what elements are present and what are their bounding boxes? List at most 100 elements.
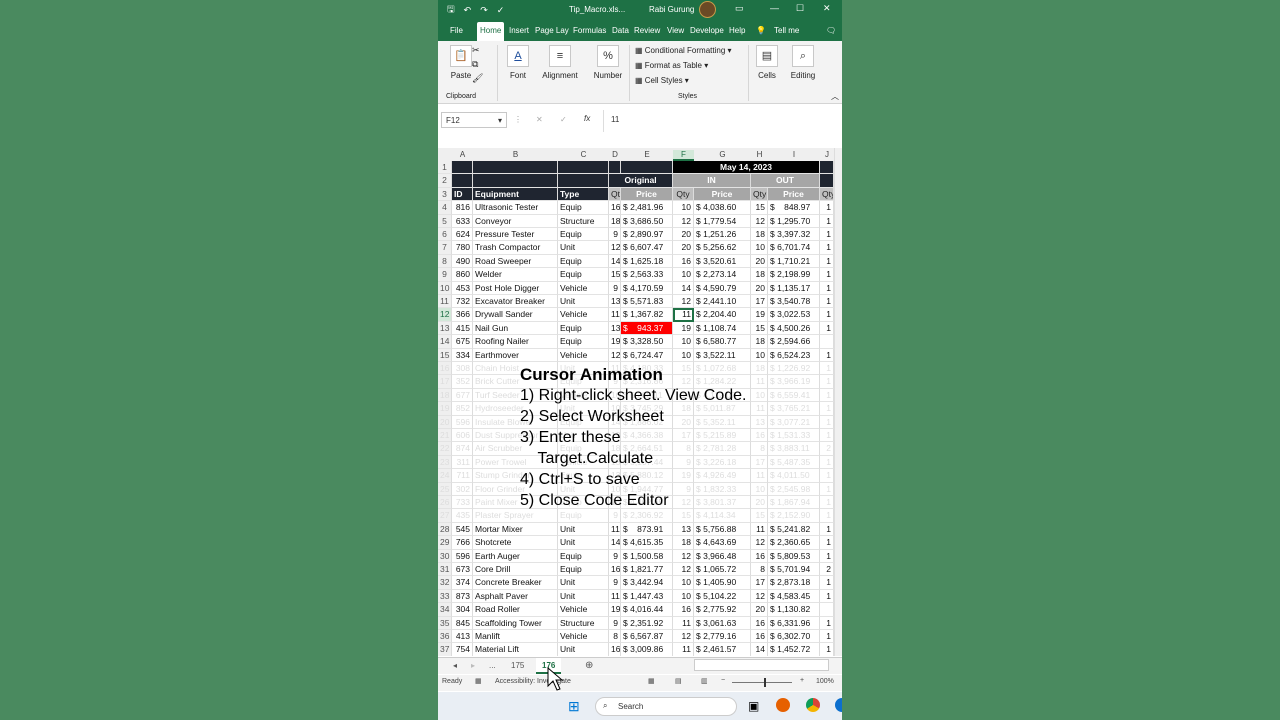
cell[interactable] — [473, 174, 558, 188]
cell[interactable]: 754 — [452, 643, 473, 656]
conditional-formatting-button[interactable]: ▦ Conditional Formatting ▾ — [635, 46, 732, 55]
cell[interactable]: 13 — [673, 522, 694, 537]
cell[interactable]: Price — [694, 187, 751, 202]
cell[interactable]: 13 — [609, 295, 621, 309]
zoom-thumb[interactable] — [764, 678, 766, 687]
edge-icon[interactable] — [835, 698, 842, 712]
cell[interactable]: 12 — [609, 241, 621, 255]
cell[interactable]: $ 873.91 — [621, 522, 673, 537]
cell[interactable]: Material Lift — [473, 643, 558, 656]
cell[interactable]: 11 — [673, 308, 694, 322]
cell[interactable] — [452, 161, 473, 175]
cell[interactable]: $ 1,226.92 — [768, 362, 820, 376]
cell[interactable]: 13 — [751, 415, 768, 429]
cell[interactable]: Unit — [558, 522, 609, 537]
cell[interactable]: 10 — [673, 589, 694, 604]
cell[interactable]: Price — [768, 187, 820, 202]
cell[interactable]: $ 4,590.79 — [694, 281, 751, 295]
cell[interactable]: 10 — [673, 335, 694, 349]
cell[interactable]: $ 3,686.50 — [621, 214, 673, 228]
original-header[interactable]: Original — [609, 174, 673, 188]
tab-view[interactable]: View — [667, 26, 684, 35]
cell[interactable]: 16 — [751, 630, 768, 644]
row-header[interactable]: 10 — [438, 281, 452, 295]
next-sheet-icon[interactable]: ▸ — [471, 661, 475, 670]
cell[interactable]: $ 3,022.53 — [768, 308, 820, 322]
tab-page-layout[interactable]: Page Lay — [535, 26, 569, 35]
cell[interactable]: 11 — [609, 589, 621, 604]
windows-start-icon[interactable]: ⊞ — [568, 698, 580, 715]
cell[interactable]: 413 — [452, 630, 473, 644]
cell[interactable] — [609, 161, 621, 175]
cell[interactable]: 9 — [609, 616, 621, 630]
cell[interactable]: $ 1,500.58 — [621, 549, 673, 563]
cell[interactable]: 1 — [820, 228, 834, 242]
chrome-icon[interactable] — [806, 698, 820, 712]
cell[interactable]: $ 3,522.11 — [694, 348, 751, 362]
cell[interactable]: 374 — [452, 576, 473, 590]
row-header[interactable]: 29 — [438, 536, 452, 550]
cell[interactable]: Vehicle — [558, 603, 609, 617]
cell[interactable]: 14 — [609, 254, 621, 269]
row-header[interactable]: 7 — [438, 241, 452, 255]
cell[interactable]: 311 — [452, 455, 473, 470]
cell[interactable]: 8 — [751, 563, 768, 577]
cell[interactable]: $ 1,779.54 — [694, 214, 751, 228]
cell[interactable]: Plaster Sprayer — [473, 509, 558, 523]
cell[interactable]: 11 — [751, 402, 768, 416]
cell[interactable]: 2 — [820, 442, 834, 456]
cell[interactable]: 1 — [820, 509, 834, 523]
cell[interactable]: Road Sweeper — [473, 254, 558, 269]
cell[interactable]: 8 — [751, 442, 768, 456]
cell[interactable]: 18 — [751, 228, 768, 242]
cell[interactable] — [820, 603, 834, 617]
row-header[interactable]: 16 — [438, 362, 452, 376]
cell[interactable]: Unit — [558, 241, 609, 255]
cell[interactable]: $ 4,170.59 — [621, 281, 673, 295]
cell[interactable]: Equip — [558, 254, 609, 269]
cell[interactable]: 606 — [452, 429, 473, 443]
cell[interactable]: 1 — [820, 469, 834, 483]
cell[interactable]: 1 — [820, 214, 834, 228]
cell[interactable]: $ 1,135.17 — [768, 281, 820, 295]
cell[interactable]: $ 2,441.10 — [694, 295, 751, 309]
cell[interactable]: 845 — [452, 616, 473, 630]
row-header[interactable]: 30 — [438, 549, 452, 563]
row-header[interactable]: 12 — [438, 308, 452, 322]
cell[interactable]: 816 — [452, 201, 473, 215]
tab-file[interactable]: File — [450, 26, 463, 35]
maximize-icon[interactable]: ☐ — [796, 3, 804, 14]
cell[interactable]: 596 — [452, 415, 473, 429]
cell[interactable]: $ 4,016.44 — [621, 603, 673, 617]
cell[interactable]: 732 — [452, 295, 473, 309]
cell[interactable]: 12 — [673, 295, 694, 309]
cell[interactable]: Unit — [558, 576, 609, 590]
row-header[interactable]: 18 — [438, 388, 452, 403]
cell[interactable]: 366 — [452, 308, 473, 322]
cell[interactable]: 874 — [452, 442, 473, 456]
cell[interactable] — [452, 174, 473, 188]
cell[interactable]: $ 1,452.72 — [768, 643, 820, 656]
cell[interactable]: $ 1,405.90 — [694, 576, 751, 590]
cell[interactable]: 10 — [751, 348, 768, 362]
cell[interactable]: $ 5,104.22 — [694, 589, 751, 604]
cell[interactable]: $ 1,367.82 — [621, 308, 673, 322]
cell[interactable]: Nail Gun — [473, 321, 558, 336]
cell[interactable]: 873 — [452, 589, 473, 604]
cell[interactable]: 1 — [820, 616, 834, 630]
row-header[interactable]: 5 — [438, 214, 452, 228]
cell[interactable]: 633 — [452, 214, 473, 228]
cell[interactable]: ID — [452, 187, 473, 202]
cell[interactable]: 1 — [820, 643, 834, 656]
cell[interactable]: Equip — [558, 549, 609, 563]
cell[interactable]: 18 — [609, 214, 621, 228]
cell[interactable]: Welder — [473, 268, 558, 282]
avatar[interactable] — [699, 1, 716, 18]
row-header[interactable]: 19 — [438, 402, 452, 416]
cell[interactable]: 10 — [751, 241, 768, 255]
normal-view-icon[interactable]: ▦ — [648, 677, 655, 685]
row-header[interactable]: 27 — [438, 509, 452, 523]
cell[interactable]: $ 2,198.99 — [768, 268, 820, 282]
row-header[interactable]: 9 — [438, 268, 452, 282]
cell[interactable]: $ 2,775.92 — [694, 603, 751, 617]
